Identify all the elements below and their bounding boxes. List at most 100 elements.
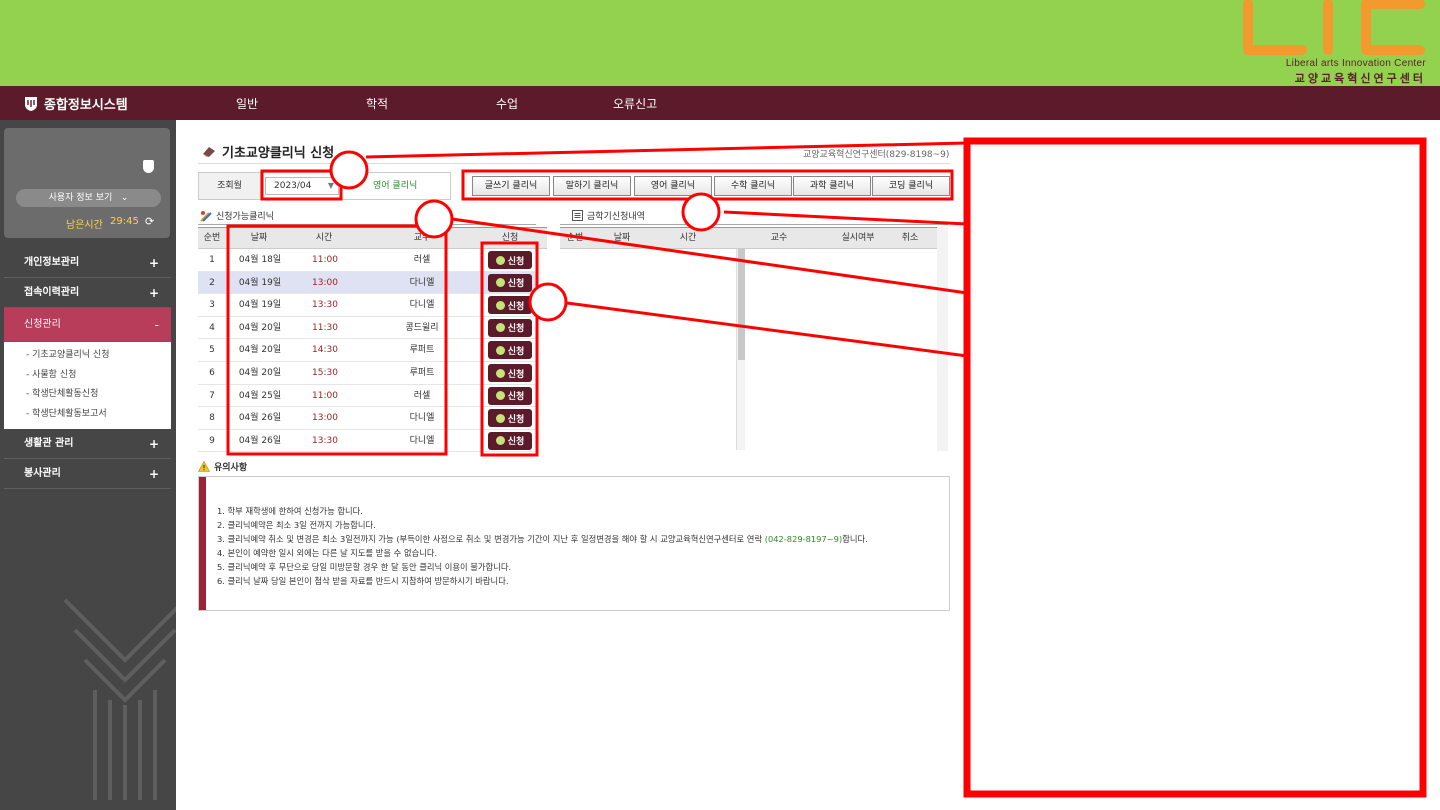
col-no: 순번 bbox=[203, 233, 221, 243]
col-time: 시간 bbox=[315, 233, 333, 243]
notice-line: 5. 클리닉예약 후 무단으로 당일 미방문할 경우 한 달 동안 클리닉 이용… bbox=[217, 562, 512, 572]
clinic-math-button[interactable]: 수학 클리닉 bbox=[714, 176, 792, 196]
clinic-english-button[interactable]: 영어 클리닉 bbox=[634, 176, 712, 196]
history-section-divider bbox=[560, 224, 948, 225]
apply-button[interactable]: 신청 bbox=[488, 318, 532, 337]
apply-button[interactable]: 신청 bbox=[488, 386, 532, 405]
org-contact: 교양교육혁신연구센터(829-8198~9) bbox=[803, 150, 950, 160]
row-date: 04월 18일 bbox=[238, 255, 282, 265]
apply-button-label: 신청 bbox=[507, 392, 525, 403]
col-apply: 신청 bbox=[501, 233, 519, 243]
clinic-coding-button[interactable]: 코딩 클리닉 bbox=[872, 176, 950, 196]
col-time: 시간 bbox=[679, 233, 697, 243]
available-section-title: 신청가능클리닉 bbox=[216, 212, 274, 222]
table-row[interactable]: 1 04월 18일 11:00 러셀 신청 bbox=[198, 249, 538, 272]
notice-heading: 유의사항 bbox=[198, 460, 247, 473]
available-section-label: 신청가능클리닉 bbox=[200, 209, 274, 222]
row-time: 13:00 bbox=[312, 277, 338, 288]
month-filter: 조회월 2023/04 ▼ 영어 클리닉 bbox=[198, 172, 451, 200]
refresh-icon[interactable]: ⟳ bbox=[145, 215, 154, 228]
table-row[interactable]: 8 04월 26일 13:00 다니엘 신청 bbox=[198, 407, 538, 430]
table-row[interactable]: 5 04월 20일 14:30 루퍼트 신청 bbox=[198, 339, 538, 362]
nav-class[interactable]: 수업 bbox=[496, 95, 518, 112]
apply-button[interactable]: 신청 bbox=[488, 364, 532, 382]
nav-error-report[interactable]: 오류신고 bbox=[613, 95, 657, 112]
sidebar-item-personal-info[interactable]: 개인정보관리 + bbox=[4, 248, 171, 278]
clinic-speaking-button[interactable]: 말하기 클리닉 bbox=[553, 176, 631, 196]
sidebar-item-application[interactable]: 신청관리 - bbox=[4, 308, 171, 342]
submenu-clinic-apply[interactable]: - 기초교양클리닉 신청 bbox=[4, 346, 171, 366]
row-professor: 콩드윌리 bbox=[405, 322, 439, 333]
clinic-science-button[interactable]: 과학 클리닉 bbox=[793, 176, 871, 196]
user-badge-icon bbox=[143, 160, 154, 173]
table-row[interactable]: 6 04월 20일 15:30 루퍼트 신청 bbox=[198, 362, 538, 385]
clinic-writing-button[interactable]: 글쓰기 클리닉 bbox=[472, 176, 550, 196]
sidebar: 사용자 정보 보기 ⌄ 남은시간 29:45 ⟳ 개인정보관리 + 접속이력관리… bbox=[0, 120, 176, 810]
col-cancel: 취소 bbox=[901, 233, 919, 243]
apply-button[interactable]: 신청 bbox=[488, 431, 532, 450]
notice-box: 1. 학부 재학생에 한하여 신청가능 합니다. 2. 클리닉예약은 최소 3일… bbox=[198, 476, 950, 611]
row-no: 7 bbox=[209, 390, 215, 401]
notice-line: 6. 클리닉 날짜 당일 본인이 첨삭 받을 자료를 반드시 지참하여 방문하시… bbox=[217, 576, 509, 586]
apply-button[interactable]: 신청 bbox=[488, 296, 532, 315]
table-row[interactable]: 7 04월 25일 11:00 러셀 신청 bbox=[198, 385, 538, 408]
row-no: 8 bbox=[209, 413, 215, 424]
main-navbar: 종합정보시스템 일반 학적 수업 오류신고 bbox=[0, 86, 1440, 120]
filter-label: 조회월 bbox=[199, 173, 261, 199]
top-banner: Liberal arts Innovation Center 교양교육혁신연구센… bbox=[0, 0, 1440, 86]
apply-button[interactable]: 신청 bbox=[488, 341, 532, 360]
table-row[interactable]: 9 04월 26일 13:30 다니엘 신청 bbox=[198, 430, 538, 452]
apply-button-label: 신청 bbox=[507, 279, 525, 290]
notice-phone: (042-829-8197~9) bbox=[764, 534, 843, 544]
nav-general[interactable]: 일반 bbox=[236, 95, 258, 112]
eraser-icon bbox=[203, 146, 215, 157]
list-icon bbox=[572, 210, 583, 221]
history-section-title: 금학기신청내역 bbox=[587, 212, 645, 222]
sidebar-item-access-history[interactable]: 접속이력관리 + bbox=[4, 278, 171, 308]
table-scrollbar[interactable] bbox=[736, 240, 745, 450]
brand[interactable]: 종합정보시스템 bbox=[24, 94, 128, 113]
palette-icon bbox=[200, 210, 212, 222]
pencil-icon bbox=[495, 345, 505, 355]
nav-academic[interactable]: 학적 bbox=[366, 95, 388, 112]
row-date: 04월 20일 bbox=[238, 345, 282, 356]
row-professor: 루퍼트 bbox=[409, 345, 435, 356]
warning-icon bbox=[198, 461, 210, 472]
sidebar-item-volunteer[interactable]: 봉사관리 + bbox=[4, 459, 171, 489]
apply-button[interactable]: 신청 bbox=[488, 273, 532, 292]
scrollbar-thumb[interactable] bbox=[738, 240, 745, 360]
row-time: 13:00 bbox=[312, 413, 338, 424]
logo-subtitle-en: Liberal arts Innovation Center bbox=[1285, 58, 1426, 69]
submenu-group-activity-report[interactable]: - 학생단체활동보고서 bbox=[4, 405, 171, 425]
user-info-button[interactable]: 사용자 정보 보기 ⌄ bbox=[16, 189, 161, 207]
chevron-down-icon: ⌄ bbox=[115, 193, 129, 203]
row-professor: 다니엘 bbox=[409, 277, 435, 288]
submenu-group-activity-apply[interactable]: - 학생단체활동신청 bbox=[4, 385, 171, 405]
notice-line: 4. 본인이 예약한 일시 외에는 다른 날 지도를 받을 수 없습니다. bbox=[217, 548, 438, 558]
col-no: 순번 bbox=[566, 233, 584, 243]
row-date: 04월 20일 bbox=[238, 322, 282, 333]
submenu-locker-apply[interactable]: - 사물함 신청 bbox=[4, 366, 171, 386]
user-info-button-label: 사용자 정보 보기 bbox=[48, 193, 113, 203]
available-clinic-table: 순번 날짜 시간 교수 신청 1 04월 18일 11:00 러셀 신청 2 04월 19일… bbox=[198, 227, 745, 452]
apply-button[interactable]: 신청 bbox=[488, 251, 532, 269]
row-professor: 러셀 bbox=[413, 255, 431, 265]
table-row[interactable]: 2 04월 19일 13:00 다니엘 신청 bbox=[198, 271, 538, 295]
notice-list: 1. 학부 재학생에 한하여 신청가능 합니다. 2. 클리닉예약은 최소 3일… bbox=[217, 504, 868, 588]
plus-icon: + bbox=[148, 256, 159, 270]
row-no: 1 bbox=[209, 255, 215, 265]
col-status: 실시여부 bbox=[841, 233, 875, 243]
month-select[interactable]: 2023/04 ▼ bbox=[265, 177, 339, 195]
history-scrollbar[interactable] bbox=[937, 227, 948, 451]
table-row[interactable]: 4 04월 20일 11:30 콩드윌리 신청 bbox=[198, 317, 538, 340]
row-no: 4 bbox=[209, 322, 215, 333]
row-no: 9 bbox=[209, 435, 215, 446]
apply-button-label: 신청 bbox=[507, 256, 525, 267]
university-watermark-icon bbox=[63, 598, 176, 800]
sidebar-item-dormitory[interactable]: 생활관 관리 + bbox=[4, 429, 171, 459]
sidebar-menu: 개인정보관리 + 접속이력관리 + 신청관리 - - 기초교양클리닉 신청 - … bbox=[4, 248, 171, 489]
apply-button[interactable]: 신청 bbox=[488, 409, 532, 428]
plus-icon: + bbox=[148, 437, 159, 451]
row-date: 04월 20일 bbox=[238, 368, 282, 378]
table-row[interactable]: 3 04월 19일 13:30 다니엘 신청 bbox=[198, 294, 538, 317]
